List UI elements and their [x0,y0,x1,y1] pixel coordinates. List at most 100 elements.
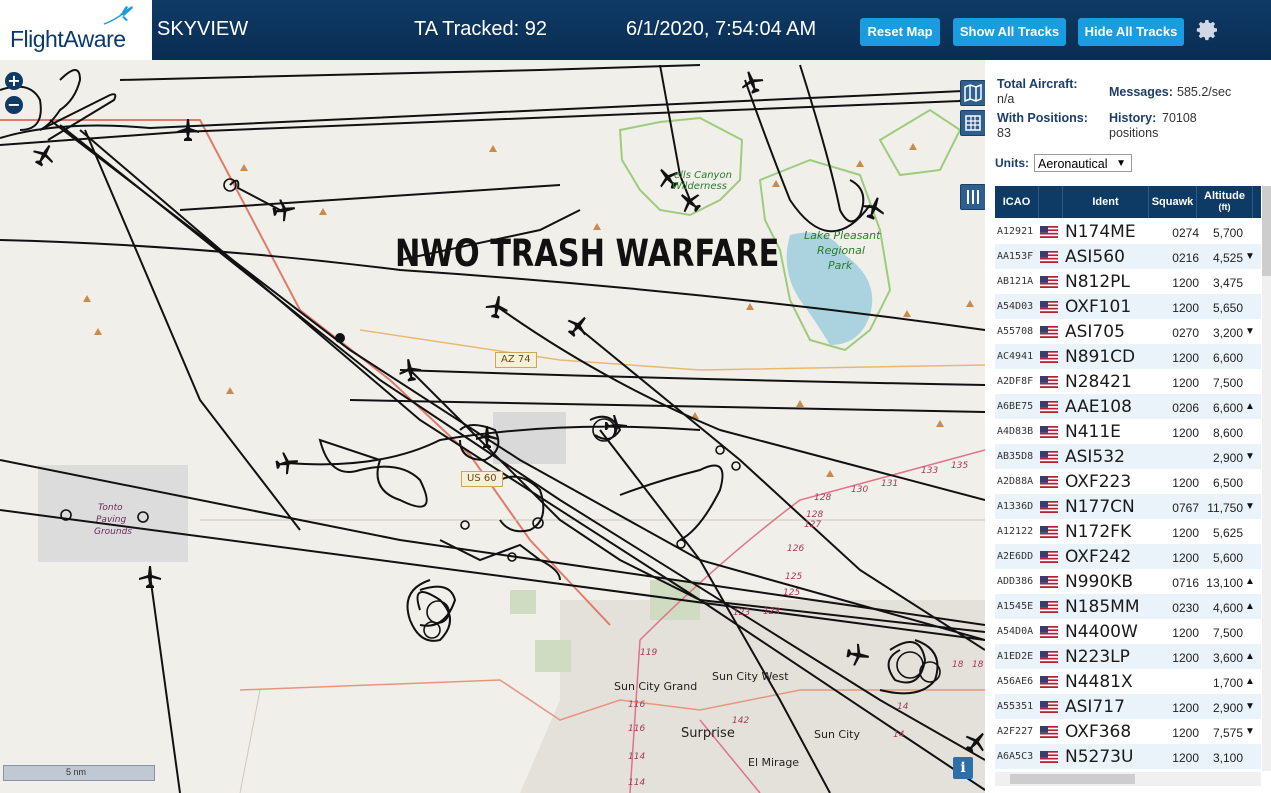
us-flag-icon [1040,325,1058,338]
row-ident: ASI560 [1065,247,1125,267]
row-squawk: 1200 [1172,476,1199,490]
lake-label-2: Regional [817,244,865,257]
row-altitude: 5,650 [1212,301,1243,315]
table-row[interactable]: A54D0A N4400W 1200 7,500 [995,619,1261,644]
units-select[interactable]: Aeronautical ▼ [1034,154,1132,172]
table-row[interactable]: A1545E N185MM 0230 4,600 ▲ [995,594,1261,619]
us-flag-icon [1040,725,1058,738]
table-row[interactable]: AA153F ASI560 0216 4,525 ▼ [995,244,1261,269]
us-flag-icon [1040,550,1058,563]
map-layers-button[interactable] [960,80,986,106]
table-row[interactable]: A2F227 OXF368 1200 7,575 ▼ [995,719,1261,744]
row-ident: N172FK [1065,522,1132,542]
row-squawk: 1200 [1172,551,1199,565]
show-all-tracks-button[interactable]: Show All Tracks [953,18,1066,46]
table-row[interactable]: A55351 ASI717 1200 2,900 ▼ [995,694,1261,719]
row-icao: A54D03 [997,301,1034,312]
table-row[interactable]: A2DF8F N28421 1200 7,500 [995,369,1261,394]
altitude-trend-icon: ▲ [1245,601,1255,612]
lake-label-3: Park [828,259,853,272]
columns-button[interactable] [960,184,986,210]
row-icao: A54D0A [997,626,1034,637]
info-button[interactable]: i [953,757,973,779]
table-row[interactable]: A55708 ASI705 0270 3,200 ▼ [995,319,1261,344]
map-canvas[interactable] [0,60,985,793]
altitude-trend-icon: ▲ [1245,651,1255,662]
table-row[interactable]: A56AE6 N4481X 1,700 ▲ [995,669,1261,694]
row-squawk: 0767 [1172,501,1199,515]
table-horizontal-scroll-thumb[interactable] [1010,774,1135,784]
row-squawk: 0206 [1172,401,1199,415]
hide-all-tracks-button[interactable]: Hide All Tracks [1078,18,1184,46]
row-squawk: 0716 [1172,576,1199,590]
table-row[interactable]: A2D88A OXF223 1200 6,500 [995,469,1261,494]
column-squawk[interactable]: Squawk [1149,186,1197,218]
table-row[interactable]: A6BE75 AAE108 0206 6,600 ▲ [995,394,1261,419]
reset-map-button[interactable]: Reset Map [860,18,940,46]
row-ident: N411E [1065,422,1121,442]
us-flag-icon [1040,675,1058,688]
table-vertical-scroll-thumb[interactable] [1262,186,1271,276]
altitude-trend-icon: ▲ [1245,401,1255,412]
row-icao: A55351 [997,701,1034,712]
row-ident: AAE108 [1065,397,1132,417]
table-row[interactable]: ADD386 N990KB 0716 13,100 ▲ [995,569,1261,594]
table-row[interactable]: AB35D8 ASI532 2,900 ▼ [995,444,1261,469]
table-row[interactable]: A1ED2E N223LP 1200 3,600 ▲ [995,644,1261,669]
zoom-in-button[interactable]: + [5,72,23,90]
row-icao: AC4941 [997,351,1034,362]
us-flag-icon [1040,500,1058,513]
gear-icon[interactable] [1196,18,1220,42]
table-row[interactable]: A4D83B N411E 1200 8,600 [995,419,1261,444]
row-icao: AB121A [997,276,1034,287]
grid-button[interactable] [960,110,986,136]
history-unit: positions [1109,126,1159,140]
column-flag[interactable] [1039,186,1063,218]
row-altitude: 11,750 [1207,501,1243,515]
table-row[interactable]: AC4941 N891CD 1200 6,600 [995,344,1261,369]
table-row[interactable]: A54D03 OXF101 1200 5,650 [995,294,1261,319]
history-value: 70108 [1162,111,1197,125]
row-ident: N28421 [1065,372,1132,392]
total-aircraft-label: Total Aircraft: [997,77,1078,91]
table-row[interactable]: A12921 N174ME 0274 5,700 [995,219,1261,244]
place-el-mirage: El Mirage [748,756,800,769]
table-row[interactable]: A1336D N177CN 0767 11,750 ▼ [995,494,1261,519]
us-flag-icon [1040,350,1058,363]
altitude-header-label: Altitude [1204,190,1245,202]
route-number: 128 [814,493,832,503]
table-row[interactable]: AB121A N812PL 1200 3,475 [995,269,1261,294]
row-altitude: 7,500 [1212,376,1243,390]
us-flag-icon [1040,450,1058,463]
row-icao: A1336D [997,501,1034,512]
messages-label: Messages: [1109,85,1173,99]
map-view[interactable]: NWO TRASH WARFARE ells Canyon Wilderness… [0,60,985,793]
flightaware-logo[interactable]: FlightAware [0,0,152,60]
route-number: 125 [783,588,801,598]
table-row[interactable]: A2E6DD OXF242 1200 5,600 [995,544,1261,569]
us-flag-icon [1040,250,1058,263]
route-number: 14 [893,730,905,740]
column-altitude[interactable]: Altitude (ft) [1197,186,1253,218]
table-row[interactable]: A12122 N172FK 1200 5,625 [995,519,1261,544]
row-ident: N990KB [1065,572,1133,592]
row-altitude: 2,900 [1212,451,1243,465]
zoom-out-button[interactable]: − [5,96,23,114]
column-extra [1253,186,1261,218]
logo-text: FlightAware [10,26,126,52]
scale-bar: 5 nm [3,765,155,781]
us-flag-icon [1040,225,1058,238]
route-number: 127 [804,520,822,530]
tracked-count: TA Tracked: 92 [414,18,548,40]
columns-icon [967,190,979,204]
row-altitude: 3,200 [1212,326,1243,340]
us-flag-icon [1040,575,1058,588]
overlay-title: NWO TRASH WARFARE [395,232,780,275]
column-ident[interactable]: Ident [1063,186,1149,218]
history-label: History: [1109,111,1157,125]
aircraft-table-header: ICAO Ident Squawk Altitude (ft) [995,186,1261,218]
row-icao: A55708 [997,326,1034,337]
row-icao: A2DF8F [997,376,1034,387]
column-icao[interactable]: ICAO [995,186,1039,218]
table-row[interactable]: A6A5C3 N5273U 1200 3,100 [995,744,1261,769]
